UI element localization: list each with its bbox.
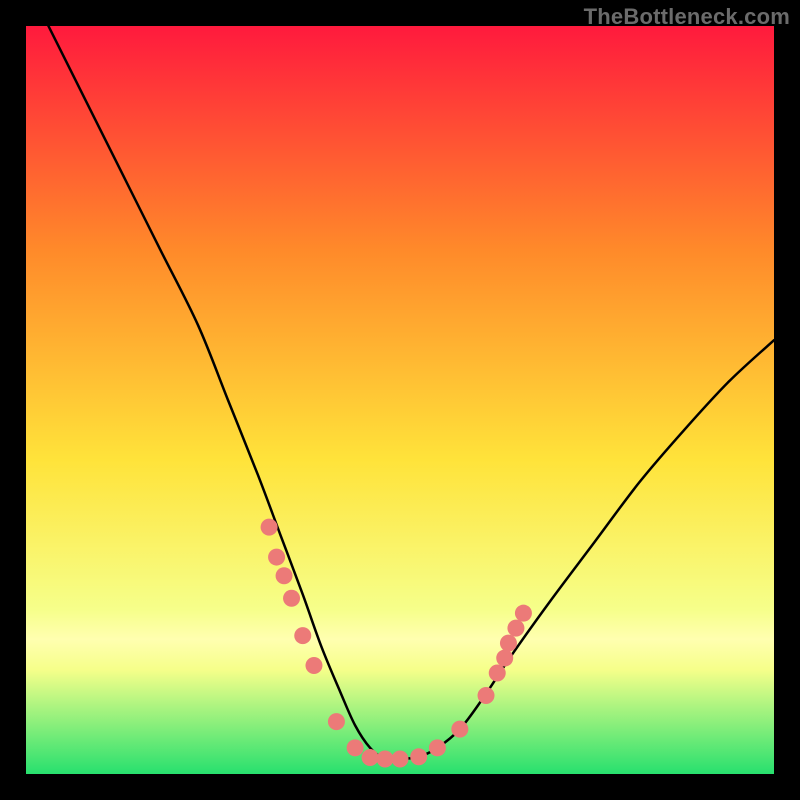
curve-marker [489, 665, 506, 682]
curve-marker [500, 635, 517, 652]
curve-marker [268, 549, 285, 566]
curve-marker [410, 748, 427, 765]
chart-frame: TheBottleneck.com [0, 0, 800, 800]
curve-marker [392, 751, 409, 768]
curve-marker [362, 749, 379, 766]
gradient-background [26, 26, 774, 774]
curve-marker [305, 657, 322, 674]
watermark-text: TheBottleneck.com [584, 4, 790, 30]
curve-marker [377, 751, 394, 768]
curve-marker [496, 650, 513, 667]
curve-marker [507, 620, 524, 637]
plot-area [26, 26, 774, 774]
curve-marker [429, 739, 446, 756]
curve-marker [261, 519, 278, 536]
curve-marker [283, 590, 300, 607]
curve-marker [276, 567, 293, 584]
curve-marker [451, 721, 468, 738]
curve-marker [515, 605, 532, 622]
curve-marker [328, 713, 345, 730]
plot-svg [26, 26, 774, 774]
curve-marker [294, 627, 311, 644]
curve-marker [478, 687, 495, 704]
curve-marker [347, 739, 364, 756]
